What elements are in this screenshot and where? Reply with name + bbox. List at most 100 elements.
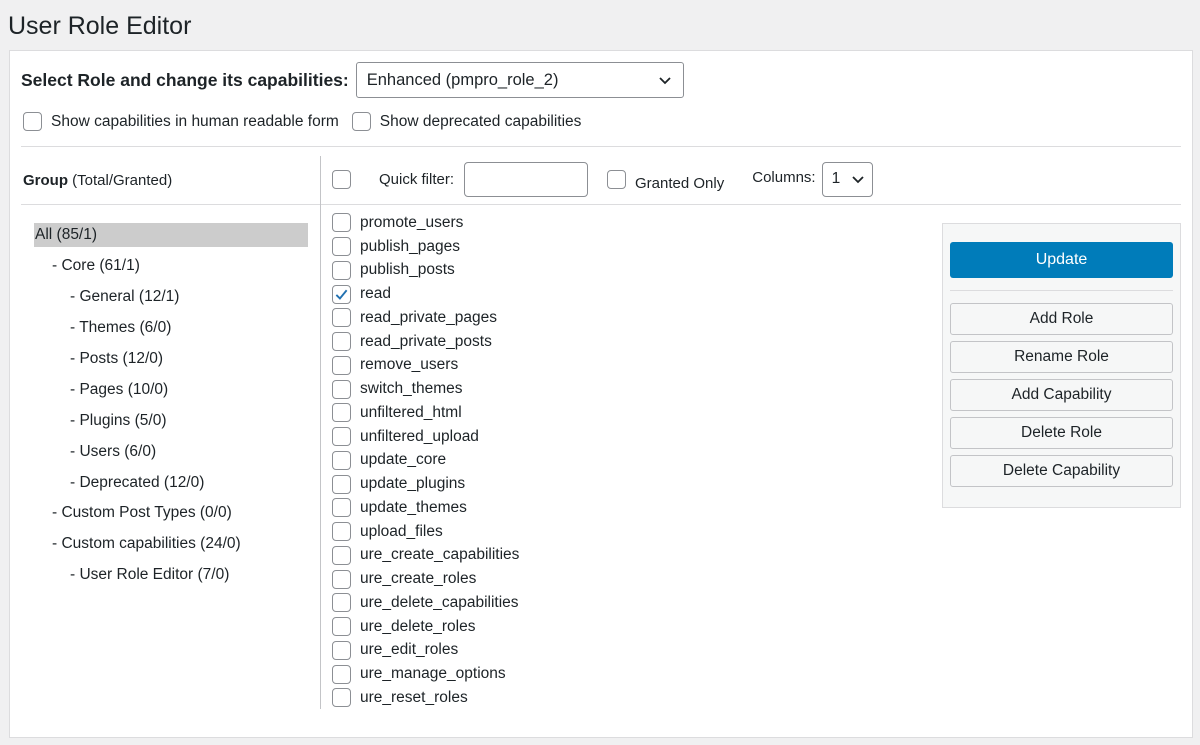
capability-item[interactable]: update_core (332, 449, 519, 473)
group-tree-item-label: - General (12/1) (70, 288, 180, 306)
quick-filter-label: Quick filter: (379, 170, 455, 188)
add-role-button[interactable]: Add Role (950, 303, 1173, 335)
deprecated-checkbox[interactable] (351, 112, 371, 131)
group-tree-item[interactable]: - User Role Editor (7/0) (34, 560, 308, 591)
granted-only-checkbox[interactable] (607, 169, 627, 189)
delete-capability-button[interactable]: Delete Capability (950, 455, 1173, 487)
group-tree-item-label: - Users (6/0) (70, 442, 157, 460)
capability-item[interactable]: read_private_posts (332, 330, 519, 354)
capability-item[interactable]: read (332, 282, 519, 306)
quick-filter-input[interactable] (464, 161, 589, 197)
capability-label: ure_delete_roles (360, 617, 476, 635)
capability-item[interactable]: promote_users (332, 211, 519, 235)
display-options: Show capabilities in human readable form… (23, 112, 594, 131)
page-title: User Role Editor (8, 12, 192, 40)
role-editor-panel: Select Role and change its capabilities:… (9, 50, 1193, 738)
group-tree-item-label: All (85/1) (34, 223, 308, 248)
group-tree-item[interactable]: - Themes (6/0) (34, 313, 308, 344)
group-tree-item-label: - Pages (10/0) (70, 380, 169, 398)
capability-checkbox[interactable] (332, 284, 351, 304)
capability-checkbox[interactable] (332, 403, 351, 423)
add-capability-button[interactable]: Add Capability (950, 379, 1173, 411)
capability-item[interactable]: read_private_pages (332, 306, 519, 330)
capability-checkbox[interactable] (332, 355, 351, 375)
capability-checkbox[interactable] (332, 379, 351, 399)
capability-item[interactable]: unfiltered_upload (332, 425, 519, 449)
capability-label: upload_files (360, 522, 443, 540)
columns-value: 1 (831, 170, 841, 187)
capability-checkbox[interactable] (332, 332, 351, 352)
group-tree-item[interactable]: - Core (61/1) (34, 251, 308, 282)
group-tree: All (85/1) - Core (61/1) - General (12/1) -… (34, 220, 308, 591)
group-tree-item[interactable]: - Plugins (5/0) (34, 405, 308, 436)
granted-only-label: Granted Only (635, 174, 725, 192)
capability-item[interactable]: ure_edit_roles (332, 639, 519, 663)
group-tree-item-label: - User Role Editor (7/0) (70, 566, 230, 584)
group-tree-item[interactable]: - Deprecated (12/0) (34, 467, 308, 498)
human-readable-option[interactable]: Show capabilities in human readable form (23, 112, 339, 131)
capability-checkbox[interactable] (332, 260, 351, 280)
capability-label: read (360, 285, 392, 303)
capability-checkbox[interactable] (332, 450, 351, 470)
capability-item[interactable]: update_plugins (332, 472, 519, 496)
capability-label: ure_edit_roles (360, 641, 459, 659)
capability-label: remove_users (360, 356, 459, 374)
checkmark-icon (335, 289, 348, 300)
group-header-subtitle: (Total/Granted) (68, 172, 173, 189)
group-tree-item-label: - Custom Post Types (0/0) (52, 504, 232, 522)
select-all-checkbox[interactable] (332, 169, 351, 189)
group-tree-item[interactable]: - Custom capabilities (24/0) (34, 529, 308, 560)
capability-item[interactable]: remove_users (332, 354, 519, 378)
capability-label: ure_create_capabilities (360, 546, 520, 564)
capability-item[interactable]: publish_posts (332, 259, 519, 283)
capability-checkbox[interactable] (332, 237, 351, 257)
capability-item[interactable]: unfiltered_html (332, 401, 519, 425)
capability-label: read_private_posts (360, 332, 492, 350)
capability-checkbox[interactable] (332, 308, 351, 328)
group-tree-item-label: - Deprecated (12/0) (70, 473, 205, 491)
group-tree-item[interactable]: - Posts (12/0) (34, 344, 308, 375)
capability-label: ure_delete_capabilities (360, 593, 519, 611)
capability-item[interactable]: publish_pages (332, 235, 519, 259)
capability-checkbox[interactable] (332, 688, 351, 708)
capability-item[interactable]: ure_create_capabilities (332, 544, 519, 568)
capability-checkbox[interactable] (332, 213, 351, 233)
capability-item[interactable]: update_themes (332, 496, 519, 520)
columns-select[interactable]: 1 (821, 161, 873, 197)
capability-label: ure_reset_roles (360, 688, 468, 706)
capability-label: publish_posts (360, 261, 455, 279)
chevron-down-icon (659, 77, 671, 85)
capability-checkbox[interactable] (332, 617, 351, 637)
capability-item[interactable]: upload_files (332, 520, 519, 544)
capability-checkbox[interactable] (332, 498, 351, 518)
capability-item[interactable]: switch_themes (332, 377, 519, 401)
capability-item[interactable]: ure_manage_options (332, 662, 519, 686)
delete-role-button[interactable]: Delete Role (950, 417, 1173, 449)
capability-checkbox[interactable] (332, 427, 351, 447)
rename-role-button[interactable]: Rename Role (950, 341, 1173, 373)
capability-checkbox[interactable] (332, 545, 351, 565)
group-tree-item[interactable]: - Pages (10/0) (34, 374, 308, 405)
capability-checkbox[interactable] (332, 593, 351, 613)
capability-item[interactable]: ure_delete_roles (332, 615, 519, 639)
capability-checkbox[interactable] (332, 664, 351, 684)
capability-item[interactable]: ure_delete_capabilities (332, 591, 519, 615)
group-tree-item[interactable]: - General (12/1) (34, 282, 308, 313)
group-tree-item[interactable]: - Custom Post Types (0/0) (34, 498, 308, 529)
capability-checkbox[interactable] (332, 474, 351, 494)
group-tree-item[interactable]: All (85/1) (34, 220, 308, 251)
deprecated-option[interactable]: Show deprecated capabilities (351, 112, 581, 131)
role-select[interactable]: Enhanced (pmpro_role_2) (355, 62, 684, 98)
capability-checkbox[interactable] (332, 569, 351, 589)
group-tree-item[interactable]: - Users (6/0) (34, 436, 308, 467)
group-tree-item-label: - Core (61/1) (52, 257, 140, 275)
capability-label: promote_users (360, 213, 464, 231)
group-tree-item-label: - Plugins (5/0) (70, 411, 167, 429)
capability-label: update_plugins (360, 475, 466, 493)
capability-item[interactable]: ure_create_roles (332, 567, 519, 591)
capability-item[interactable]: ure_reset_roles (332, 686, 519, 710)
capability-checkbox[interactable] (332, 522, 351, 542)
human-readable-checkbox[interactable] (23, 112, 42, 131)
update-button[interactable]: Update (950, 242, 1173, 278)
capability-checkbox[interactable] (332, 640, 351, 660)
